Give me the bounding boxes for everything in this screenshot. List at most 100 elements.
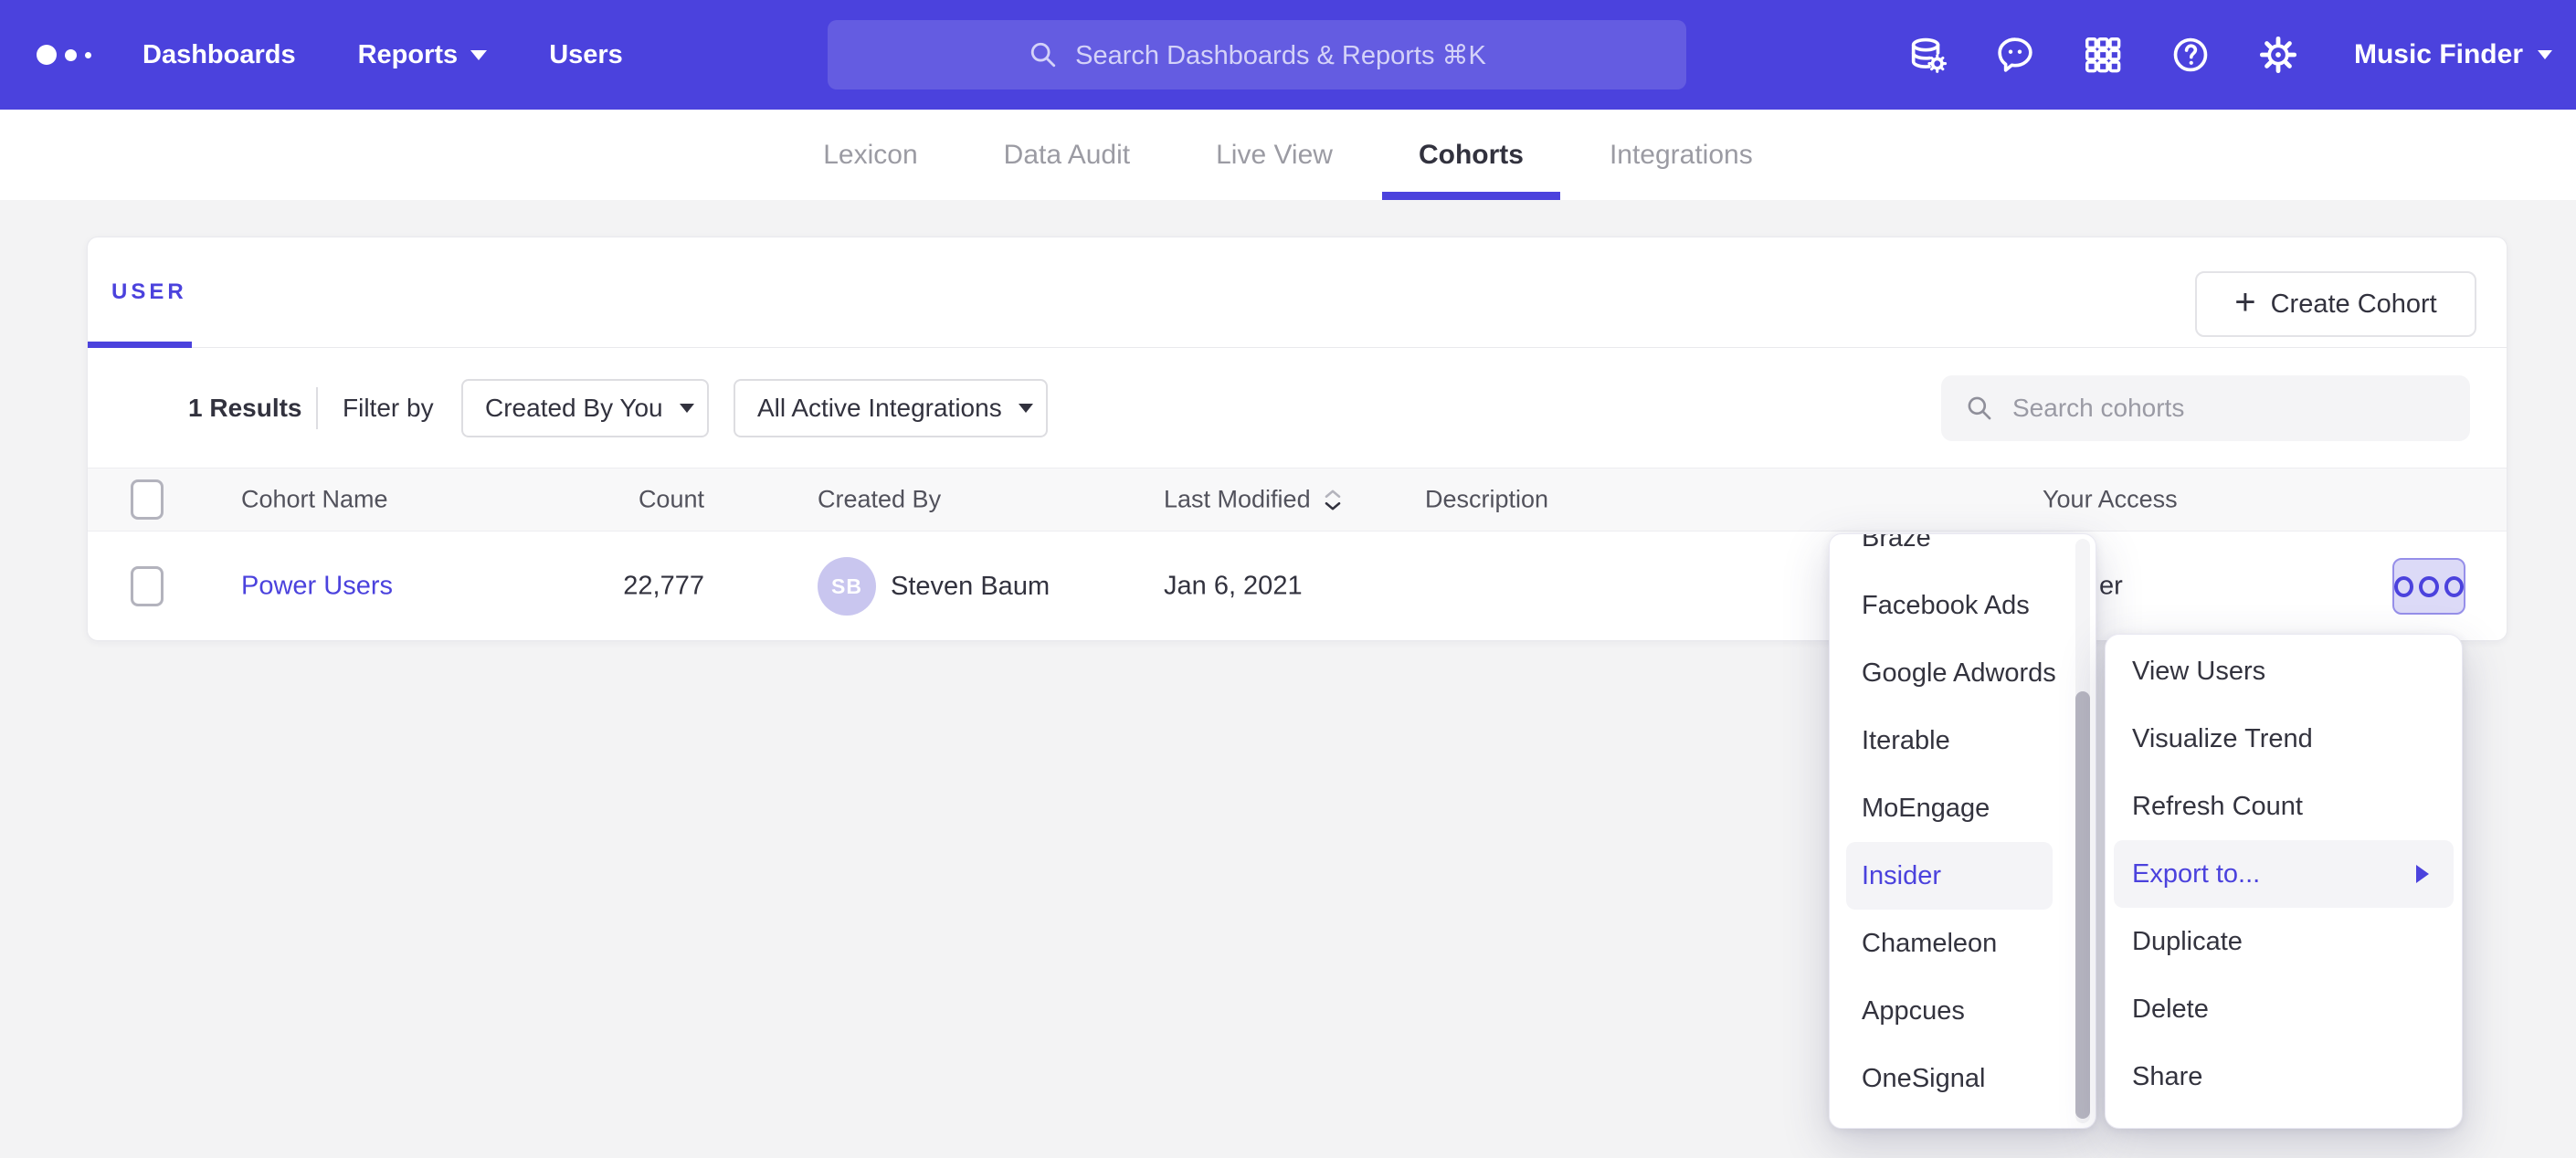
menu-item-duplicate[interactable]: Duplicate <box>2114 908 2454 975</box>
menu-item-delete[interactable]: Delete <box>2114 975 2454 1043</box>
project-switcher[interactable]: Music Finder <box>2354 39 2552 70</box>
divider <box>316 387 318 429</box>
tab-cohorts[interactable]: Cohorts <box>1382 110 1560 200</box>
cohort-search-input[interactable] <box>2011 393 2407 424</box>
created-by-cell: SB Steven Baum <box>818 557 1050 616</box>
nav-dashboards[interactable]: Dashboards <box>143 40 296 70</box>
chevron-down-icon <box>680 404 694 413</box>
header-last-modified[interactable]: Last Modified <box>1164 486 1344 514</box>
mixpanel-logo-icon[interactable] <box>37 0 91 110</box>
last-modified-cell: Jan 6, 2021 <box>1164 572 1303 602</box>
chevron-down-icon <box>470 50 487 60</box>
menu-item-iterable[interactable]: Iterable <box>1846 707 2053 774</box>
created-by-filter[interactable]: Created By You <box>461 379 709 437</box>
menu-item-label: Duplicate <box>2132 927 2243 957</box>
tab-user[interactable]: USER <box>111 279 187 305</box>
menu-item-view-users[interactable]: View Users <box>2114 637 2454 705</box>
your-access-cell-partial: er <box>2099 572 2123 602</box>
header-created-by[interactable]: Created By <box>818 486 941 514</box>
nav-reports[interactable]: Reports <box>358 40 488 70</box>
created-by-name: Steven Baum <box>891 572 1050 602</box>
apps-grid-icon[interactable] <box>2082 34 2124 76</box>
menu-item-insider[interactable]: Insider <box>1846 842 2053 910</box>
nav-reports-label: Reports <box>358 40 459 70</box>
more-actions-button[interactable] <box>2392 558 2465 615</box>
menu-item-label: Refresh Count <box>2132 792 2303 822</box>
sort-icon <box>1322 487 1344 512</box>
header-cohort-name[interactable]: Cohort Name <box>241 486 388 514</box>
menu-item-export-to[interactable]: Export to... <box>2114 840 2454 908</box>
scrollbar-thumb[interactable] <box>2075 691 2090 1119</box>
logo-dot <box>65 49 77 61</box>
menu-item-google-adwords[interactable]: Google Adwords <box>1846 639 2053 707</box>
chevron-down-icon <box>2538 50 2552 59</box>
active-tab-underline <box>88 342 192 348</box>
logo-dot <box>37 45 57 65</box>
header-your-access[interactable]: Your Access <box>2043 486 2178 514</box>
circle-icon <box>2444 576 2464 597</box>
row-context-menu: View Users Visualize Trend Refresh Count… <box>2105 634 2463 1129</box>
table-row: Power Users 22,777 SB Steven Baum Jan 6,… <box>88 532 2507 641</box>
menu-item-visualize-trend[interactable]: Visualize Trend <box>2114 705 2454 773</box>
menu-item-label: Share <box>2132 1062 2202 1092</box>
select-all-checkbox-wrap <box>131 479 164 520</box>
circle-icon <box>2419 576 2438 597</box>
create-cohort-label: Create Cohort <box>2271 290 2437 320</box>
row-checkbox[interactable] <box>131 566 164 606</box>
menu-item-onesignal[interactable]: OneSignal <box>1846 1045 2053 1112</box>
tab-live-view[interactable]: Live View <box>1179 110 1369 200</box>
logo-dot <box>85 52 91 58</box>
panel-header: USER + Create Cohort <box>88 237 2507 348</box>
help-icon[interactable] <box>2170 34 2212 76</box>
section-tabs: Lexicon Data Audit Live View Cohorts Int… <box>0 110 2576 200</box>
row-checkbox-wrap <box>131 566 164 606</box>
select-all-checkbox[interactable] <box>131 479 164 520</box>
create-cohort-button[interactable]: + Create Cohort <box>2195 271 2476 337</box>
menu-item-share[interactable]: Share <box>2114 1043 2454 1111</box>
nav-links: Dashboards Reports Users <box>143 0 623 110</box>
nav-right: Music Finder <box>1906 0 2576 110</box>
menu-item-braze[interactable]: Braze <box>1846 533 2053 572</box>
menu-item-chameleon[interactable]: Chameleon <box>1846 910 2053 977</box>
submenu-arrow-icon <box>2416 865 2429 883</box>
integrations-filter-label: All Active Integrations <box>757 394 1002 423</box>
menu-item-moengage[interactable]: MoEngage <box>1846 774 2053 842</box>
chevron-down-icon <box>1019 404 1033 413</box>
search-icon <box>1028 39 1059 70</box>
menu-item-facebook-ads[interactable]: Facebook Ads <box>1846 572 2053 639</box>
integrations-filter[interactable]: All Active Integrations <box>734 379 1048 437</box>
tab-data-audit[interactable]: Data Audit <box>967 110 1167 200</box>
settings-gear-icon[interactable] <box>2257 34 2299 76</box>
header-count[interactable]: Count <box>563 486 704 514</box>
search-icon <box>1965 394 1994 423</box>
global-search-input[interactable]: Search Dashboards & Reports ⌘K <box>828 20 1686 89</box>
avatar: SB <box>818 557 876 616</box>
results-count: 1 Results <box>188 394 302 423</box>
cohort-search <box>1941 375 2470 441</box>
menu-item-label: View Users <box>2132 657 2265 687</box>
tab-integrations[interactable]: Integrations <box>1573 110 1789 200</box>
global-search-placeholder: Search Dashboards & Reports ⌘K <box>1075 39 1486 71</box>
header-last-modified-label: Last Modified <box>1164 486 1311 514</box>
export-to-submenu: Braze Facebook Ads Google Adwords Iterab… <box>1829 533 2096 1129</box>
cohort-count: 22,777 <box>563 572 704 602</box>
data-management-icon[interactable] <box>1906 34 1948 76</box>
export-to-list: Braze Facebook Ads Google Adwords Iterab… <box>1830 533 2096 1112</box>
menu-item-label: Export to... <box>2132 859 2260 890</box>
header-description[interactable]: Description <box>1425 486 1548 514</box>
cohort-name-link[interactable]: Power Users <box>241 572 393 602</box>
menu-item-refresh-count[interactable]: Refresh Count <box>2114 773 2454 840</box>
filter-row: 1 Results Filter by Created By You All A… <box>88 348 2507 468</box>
cohorts-panel: USER + Create Cohort 1 Results Filter by… <box>87 237 2507 641</box>
tab-lexicon[interactable]: Lexicon <box>787 110 954 200</box>
project-name: Music Finder <box>2354 39 2523 70</box>
nav-users[interactable]: Users <box>549 40 623 70</box>
feedback-icon[interactable] <box>1994 34 2036 76</box>
top-nav: Dashboards Reports Users Search Dashboar… <box>0 0 2576 110</box>
screen: Dashboards Reports Users Search Dashboar… <box>0 0 2576 1158</box>
created-by-filter-label: Created By You <box>485 394 663 423</box>
circle-icon <box>2394 576 2413 597</box>
menu-item-appcues[interactable]: Appcues <box>1846 977 2053 1045</box>
menu-item-label: Delete <box>2132 995 2209 1025</box>
plus-icon: + <box>2234 284 2255 321</box>
